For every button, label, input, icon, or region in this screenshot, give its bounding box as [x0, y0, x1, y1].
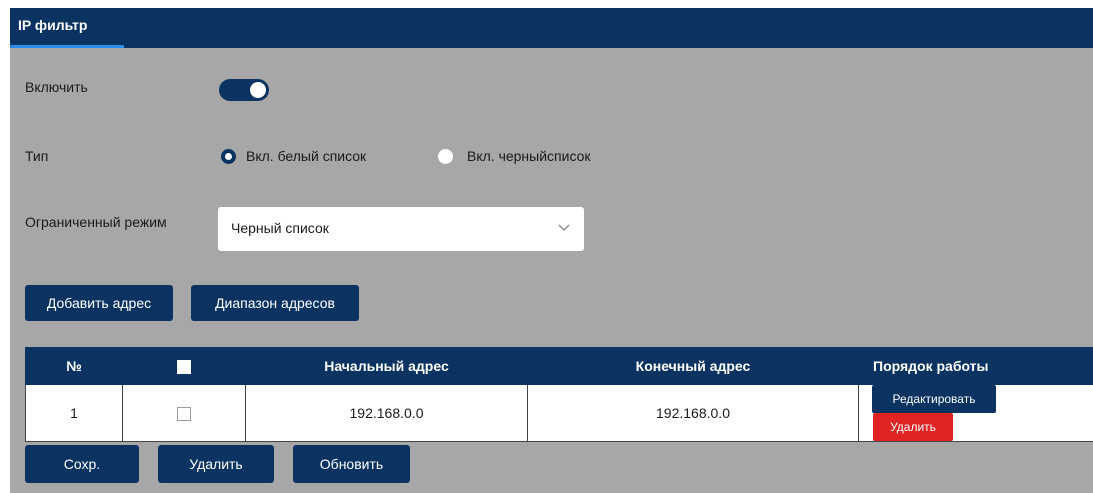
- add-address-button[interactable]: Добавить адрес: [25, 285, 173, 321]
- type-label: Тип: [25, 148, 49, 164]
- ip-address-table: № Начальный адрес Конечный адрес Порядок…: [25, 347, 1093, 442]
- address-range-button[interactable]: Диапазон адресов: [191, 285, 359, 321]
- column-header-number: №: [25, 347, 123, 385]
- chevron-down-icon: [558, 224, 570, 231]
- table-row: 1 192.168.0.0 192.168.0.0 Редактировать …: [25, 384, 1093, 442]
- tab-bar: IP фильтр: [10, 8, 1093, 48]
- radio-blacklist[interactable]: [438, 149, 453, 164]
- row-start-address: 192.168.0.0: [245, 384, 528, 442]
- column-header-select-all: [122, 347, 246, 385]
- row-select-cell: [122, 384, 246, 442]
- enable-toggle[interactable]: [219, 79, 269, 101]
- column-header-start-address: Начальный адрес: [245, 347, 528, 385]
- radio-whitelist[interactable]: [221, 149, 236, 164]
- save-button[interactable]: Сохр.: [25, 445, 139, 483]
- row-end-address: 192.168.0.0: [527, 384, 859, 442]
- table-header-row: № Начальный адрес Конечный адрес Порядок…: [25, 347, 1093, 385]
- ip-filter-panel: IP фильтр Включить Тип Вкл. белый список…: [10, 8, 1093, 493]
- select-all-checkbox[interactable]: [177, 360, 191, 375]
- column-header-operation: Порядок работы: [858, 347, 1093, 385]
- delete-button[interactable]: Удалить: [158, 445, 274, 483]
- row-checkbox[interactable]: [177, 407, 191, 422]
- restricted-mode-label: Ограниченный режим: [25, 214, 167, 230]
- restricted-mode-value: Черный список: [231, 220, 329, 236]
- radio-blacklist-label[interactable]: Вкл. черныйсписок: [467, 148, 591, 164]
- row-operations: Редактировать Удалить: [858, 384, 1093, 442]
- active-tab-indicator: [10, 45, 124, 48]
- row-delete-button[interactable]: Удалить: [873, 413, 953, 441]
- enable-label: Включить: [25, 79, 88, 95]
- row-number: 1: [25, 384, 123, 442]
- refresh-button[interactable]: Обновить: [293, 445, 410, 483]
- edit-button[interactable]: Редактировать: [872, 385, 996, 413]
- radio-whitelist-label[interactable]: Вкл. белый список: [246, 148, 366, 164]
- column-header-end-address: Конечный адрес: [527, 347, 859, 385]
- tab-label: IP фильтр: [18, 17, 88, 33]
- restricted-mode-select[interactable]: Черный список: [218, 207, 584, 251]
- tab-ip-filter[interactable]: IP фильтр: [10, 8, 124, 48]
- toggle-knob: [250, 82, 266, 98]
